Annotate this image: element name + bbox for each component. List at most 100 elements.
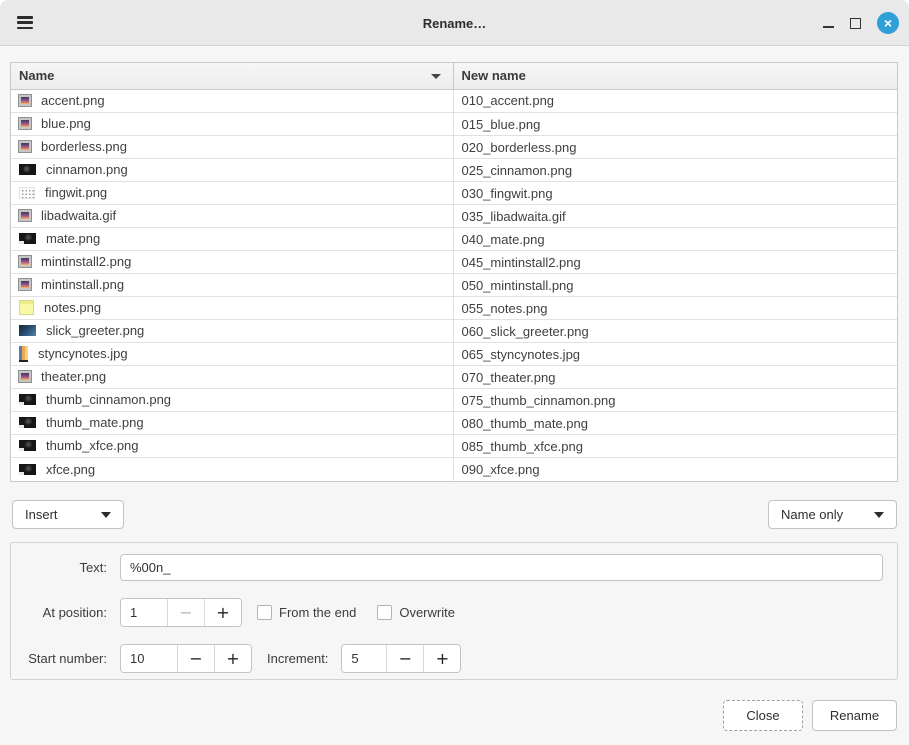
table-row[interactable]: thumb_cinnamon.png 075_thumb_cinnamon.png — [11, 389, 897, 412]
from-the-end-label: From the end — [279, 605, 356, 620]
file-table: Name New name accent.png010_accent.pngbl… — [10, 62, 898, 482]
screenshot-blue-thumbnail-icon — [19, 325, 36, 336]
file-name: borderless.png — [41, 139, 127, 154]
file-name: libadwaita.gif — [41, 208, 116, 223]
table-row[interactable]: notes.png 055_notes.png — [11, 297, 897, 320]
screenshot-purple-thumbnail-icon — [19, 210, 31, 221]
file-name: thumb_cinnamon.png — [46, 392, 171, 407]
minimize-icon[interactable] — [823, 26, 834, 28]
start-number-spinner: − + — [120, 644, 252, 673]
file-new-name: 085_thumb_xfce.png — [453, 435, 897, 458]
screenshot-dark-panel-thumbnail-icon — [19, 394, 36, 405]
file-name: notes.png — [44, 300, 101, 315]
window-controls: × — [823, 0, 899, 46]
screenshot-dark-panel-thumbnail-icon — [19, 464, 36, 475]
table-row[interactable]: mate.png040_mate.png — [11, 228, 897, 251]
text-input[interactable] — [120, 554, 883, 581]
file-new-name: 030_fingwit.png — [453, 182, 897, 205]
at-position-decrement-button[interactable]: − — [167, 599, 204, 626]
table-row[interactable]: mintinstall2.png045_mintinstall2.png — [11, 251, 897, 274]
column-header-new-name[interactable]: New name — [453, 63, 897, 89]
chevron-down-icon — [101, 512, 111, 518]
table-row[interactable]: borderless.png 020_borderless.png — [11, 136, 897, 159]
file-new-name: 075_thumb_cinnamon.png — [453, 389, 897, 412]
file-name: mintinstall2.png — [41, 254, 131, 269]
insert-operation-dropdown[interactable]: Insert — [12, 500, 124, 529]
start-number-label: Start number: — [11, 651, 107, 666]
file-new-name: 060_slick_greeter.png — [453, 320, 897, 343]
table-row[interactable]: thumb_xfce.png 085_thumb_xfce.png — [11, 435, 897, 458]
at-position-increment-button[interactable]: + — [204, 599, 241, 626]
screenshot-light-thumbnail-icon — [19, 187, 35, 199]
note-yellow-thumbnail-icon — [19, 300, 34, 315]
text-row: Text: — [11, 554, 883, 581]
window-title: Rename… — [0, 0, 909, 46]
table-row[interactable]: blue.png015_blue.png — [11, 113, 897, 136]
table-row[interactable]: mintinstall.png050_mintinstall.png — [11, 274, 897, 297]
close-button[interactable]: Close — [723, 700, 803, 731]
overwrite-checkbox[interactable]: Overwrite — [377, 605, 455, 620]
screenshot-dark-panel-thumbnail-icon — [19, 440, 36, 451]
screenshot-purple-thumbnail-icon — [19, 256, 31, 267]
start-number-input[interactable] — [121, 645, 177, 672]
table-row[interactable]: cinnamon.png 025_cinnamon.png — [11, 159, 897, 182]
at-position-input[interactable] — [121, 599, 167, 626]
file-new-name: 025_cinnamon.png — [453, 159, 897, 182]
file-new-name: 035_libadwaita.gif — [453, 205, 897, 228]
column-header-name[interactable]: Name — [11, 63, 453, 89]
file-new-name: 015_blue.png — [453, 113, 897, 136]
start-number-decrement-button[interactable]: − — [177, 645, 214, 672]
column-header-new-name-label: New name — [462, 68, 526, 83]
insert-dropdown-label: Insert — [25, 507, 58, 522]
rename-button[interactable]: Rename — [812, 700, 897, 731]
scope-dropdown[interactable]: Name only — [768, 500, 897, 529]
file-name: xfce.png — [46, 462, 95, 477]
screenshot-purple-thumbnail-icon — [19, 141, 31, 152]
screenshot-purple-thumbnail-icon — [19, 279, 31, 290]
file-new-name: 050_mintinstall.png — [453, 274, 897, 297]
from-the-end-checkbox[interactable]: From the end — [257, 605, 356, 620]
sort-descending-icon — [431, 74, 441, 79]
screenshot-dark-thumbnail-icon — [19, 164, 36, 175]
at-position-label: At position: — [11, 605, 107, 620]
column-header-name-label: Name — [19, 68, 54, 83]
file-new-name: 070_theater.png — [453, 366, 897, 389]
file-table-body: accent.png010_accent.pngblue.png015_blue… — [11, 89, 897, 481]
table-row[interactable]: theater.png 070_theater.png — [11, 366, 897, 389]
dialog-footer: Close Rename — [723, 700, 897, 731]
table-row[interactable]: slick_greeter.png060_slick_greeter.png — [11, 320, 897, 343]
chevron-down-icon — [874, 512, 884, 518]
table-row[interactable]: xfce.png090_xfce.png — [11, 458, 897, 481]
increment-increment-button[interactable]: + — [423, 645, 460, 672]
file-name: thumb_xfce.png — [46, 438, 139, 453]
insert-options-panel: Text: At position: − + From the end Over… — [10, 542, 898, 680]
table-row[interactable]: styncynotes.jpg065_styncynotes.jpg — [11, 343, 897, 366]
checkbox-box-icon — [377, 605, 392, 620]
screenshot-purple-thumbnail-icon — [19, 118, 31, 129]
file-name: cinnamon.png — [46, 162, 128, 177]
file-new-name: 055_notes.png — [453, 297, 897, 320]
table-row[interactable]: thumb_mate.png080_thumb_mate.png — [11, 412, 897, 435]
start-number-increment-button[interactable]: + — [214, 645, 251, 672]
screenshot-purple-thumbnail-icon — [19, 95, 31, 106]
photo-portrait-thumbnail-icon — [19, 346, 28, 362]
increment-decrement-button[interactable]: − — [386, 645, 423, 672]
table-row[interactable]: libadwaita.gif 035_libadwaita.gif — [11, 205, 897, 228]
overwrite-label: Overwrite — [399, 605, 455, 620]
titlebar: Rename… × — [0, 0, 909, 46]
file-new-name: 080_thumb_mate.png — [453, 412, 897, 435]
rename-dialog-window: Rename… × Name New name accen — [0, 0, 909, 745]
screenshot-dark-panel-thumbnail-icon — [19, 417, 36, 428]
maximize-icon[interactable] — [850, 18, 861, 29]
text-label: Text: — [11, 560, 107, 575]
at-position-row: At position: − + From the end Overwrite — [11, 598, 883, 627]
file-name: theater.png — [41, 369, 106, 384]
table-row[interactable]: accent.png010_accent.png — [11, 89, 897, 113]
file-new-name: 020_borderless.png — [453, 136, 897, 159]
increment-label: Increment: — [267, 651, 328, 666]
close-window-icon[interactable]: × — [877, 12, 899, 34]
checkbox-box-icon — [257, 605, 272, 620]
table-row[interactable]: fingwit.png030_fingwit.png — [11, 182, 897, 205]
scope-dropdown-label: Name only — [781, 507, 843, 522]
increment-input[interactable] — [342, 645, 386, 672]
